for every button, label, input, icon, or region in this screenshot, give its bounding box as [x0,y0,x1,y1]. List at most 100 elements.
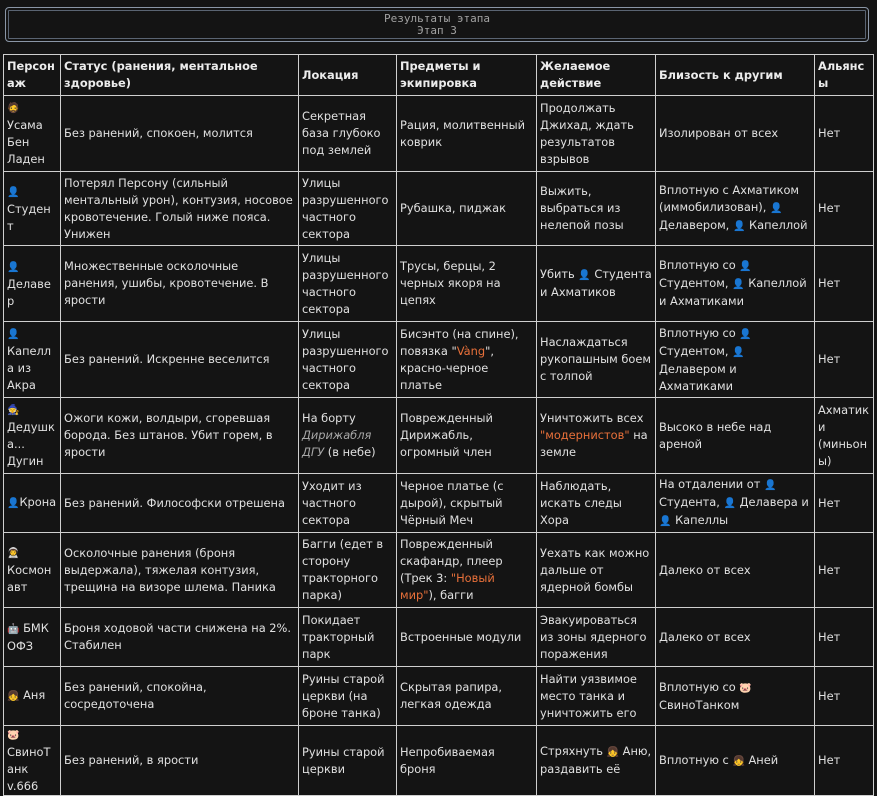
character-name: Студент [7,201,51,233]
person-silhouette-icon: 👤 [7,329,20,340]
character-cell: 👨‍🚀 Космонавт [3,532,61,608]
proximity-cell: Вплотную с 👧 Аней [655,725,815,796]
status-cell: Потерял Персону (сильный ментальный урон… [60,171,299,246]
proximity-cell: Вплотную со 👤 Студентом, 👤 Капеллой и Ах… [655,245,815,322]
astronaut-icon: 👨‍🚀 [7,548,20,559]
col-header-action: Желаемое действие [536,54,656,96]
pig-icon: 🐷 [7,730,20,741]
proximity-cell: Далеко от всех [655,607,815,667]
table-row: 👤Крона Без ранений. Философски отрешена … [3,473,874,533]
person-silhouette-icon: 👤 [769,203,783,214]
location-cell: Улицы разрушенного частного сектора [298,321,397,398]
proximity-cell: Далеко от всех [655,532,815,608]
proximity-cell: Вплотную со 👤 Студентом, 👤 Делавером и А… [655,321,815,398]
girl-icon: 👧 [732,755,745,767]
alliance-cell: Нет [814,473,874,533]
results-header: Результаты этапа Этап 3 [5,7,869,42]
location-cell: Покидает тракторный парк [298,607,397,667]
proximity-cell: На отдалении от 👤 Студента, 👤 Делавера и… [655,473,815,533]
character-name: Капелла из Акра [7,344,52,392]
alliance-cell: Нет [814,245,874,322]
action-cell: Найти уязвимое место танка и уничтожить … [536,666,656,726]
table-row: 🐷 СвиноТанк v.666 Без ранений, в ярости … [3,725,874,796]
status-cell: Без ранений, спокоен, молится [60,95,299,172]
character-cell: 🤖 БМК ОФЗ [3,607,61,667]
col-header-items: Предметы и экипировка [396,54,537,96]
alliance-cell: Ахматик и (миньоны) [814,397,874,474]
status-cell: Без ранений, в ярости [60,725,299,796]
location-cell: Улицы разрушенного частного сектора [298,171,397,246]
location-cell: Улицы разрушенного частного сектора [298,245,397,322]
action-cell: Эвакуироваться из зоны ядерного поражени… [536,607,656,667]
action-cell: Наслаждаться рукопашным боем с толпой [536,321,656,398]
status-cell: Множественные осколочные ранения, ушибы,… [60,245,299,322]
person-silhouette-icon: 👤 [7,186,20,198]
alliance-cell: Нет [814,171,874,246]
status-cell: Без ранений. Философски отрешена [60,473,299,533]
person-silhouette-icon: 👤 [732,279,745,290]
location-cell: Уходит из частного сектора [298,473,397,533]
status-cell: Ожоги кожи, волдыри, сгоревшая борода. Б… [60,397,299,474]
person-silhouette-icon: 👤 [732,346,745,358]
location-cell: Секретная база глубоко под землей [298,95,397,172]
character-name: Аня [23,688,46,702]
table-row: 👤 Делавер Множественные осколочные ранен… [3,245,874,322]
status-cell: Без ранений. Искренне веселится [60,321,299,398]
wizard-icon: 🧙 [7,405,20,416]
table-row: 👤 Капелла из Акра Без ранений. Искренне … [3,321,874,398]
character-cell: 🧔 Усама Бен Ладен [3,95,61,172]
status-cell: Броня ходовой части снижена на 2%. Стаби… [60,607,299,667]
character-name: Делавер [7,276,51,308]
character-cell: 👤 Делавер [3,245,61,322]
person-silhouette-icon: 👤 [739,328,752,340]
character-cell: 👤 Капелла из Акра [3,321,61,398]
alliance-cell: Нет [814,666,874,726]
status-cell: Осколочные ранения (броня выдержала), тя… [60,532,299,608]
proximity-cell: Высоко в небе над ареной [655,397,815,474]
proximity-cell: Вплотную с Ахматиком (иммобилизован), 👤 … [655,171,815,246]
action-cell: Убить 👤 Студента и Ахматиков [536,245,656,322]
action-cell: Уехать как можно дальше от ядерной бомбы [536,532,656,608]
location-cell: Руины старой церкви [298,725,397,796]
table-row: 👨‍🚀 Космонавт Осколочные ранения (броня … [3,532,874,608]
status-cell: Без ранений, спокойна, сосредоточена [60,666,299,726]
col-header-proximity: Близость к другим [655,54,815,96]
location-cell: Руины старой церкви (на броне танка) [298,666,397,726]
col-header-character: Персонаж [3,54,61,96]
results-table: Персонаж Статус (ранения, ментальное здо… [3,54,874,796]
items-cell: Трусы, берцы, 2 черных якоря на цепях [396,245,537,322]
alliance-cell: Нет [814,607,874,667]
alliance-cell: Нет [814,725,874,796]
person-silhouette-icon: 👤 [732,221,746,232]
girl-icon: 👧 [606,747,620,758]
robot-icon: 🤖 [7,623,20,635]
alliance-cell: Нет [814,95,874,172]
header-subtitle: Этап 3 [417,24,457,37]
person-silhouette-icon: 👤 [764,480,777,491]
items-cell: Рубашка, пиджак [396,171,537,246]
items-cell: Черное платье (с дырой), скрытый Чёрный … [396,473,537,533]
proximity-cell: Вплотную со 🐷 СвиноТанком [655,666,815,726]
items-cell: Рация, молитвенный коврик [396,95,537,172]
person-silhouette-icon: 👤 [739,261,752,272]
person-silhouette-icon: 👤 [723,498,736,509]
action-cell: Наблюдать, искать следы Хора [536,473,656,533]
character-cell: 👤 Студент [3,171,61,246]
pig-icon: 🐷 [739,682,752,694]
items-cell: Бисэнто (на спине), повязка "Vàng", крас… [396,321,537,398]
items-cell: Встроенные модули [396,607,537,667]
action-cell: Стряхнуть 👧 Аню, раздавить её [536,725,656,796]
items-cell: Поврежденный скафандр, плеер (Трек 3: "Н… [396,532,537,608]
proximity-cell: Изолирован от всех [655,95,815,172]
table-row: 🧔 Усама Бен Ладен Без ранений, спокоен, … [3,95,874,172]
col-header-alliances: Альянсы [814,54,874,96]
person-silhouette-icon: 👤 [7,498,20,509]
bearded-man-icon: 🧔 [7,103,20,114]
location-cell: Багги (едет в сторону тракторного парка) [298,532,397,608]
table-header-row: Персонаж Статус (ранения, ментальное здо… [3,54,874,96]
character-cell: 🧙 Дедушка... Дугин [3,397,61,474]
items-cell: Непробиваемая броня [396,725,537,796]
character-cell: 🐷 СвиноТанк v.666 [3,725,61,796]
person-silhouette-icon: 👤 [659,516,672,527]
character-name: Космонавт [7,563,52,594]
